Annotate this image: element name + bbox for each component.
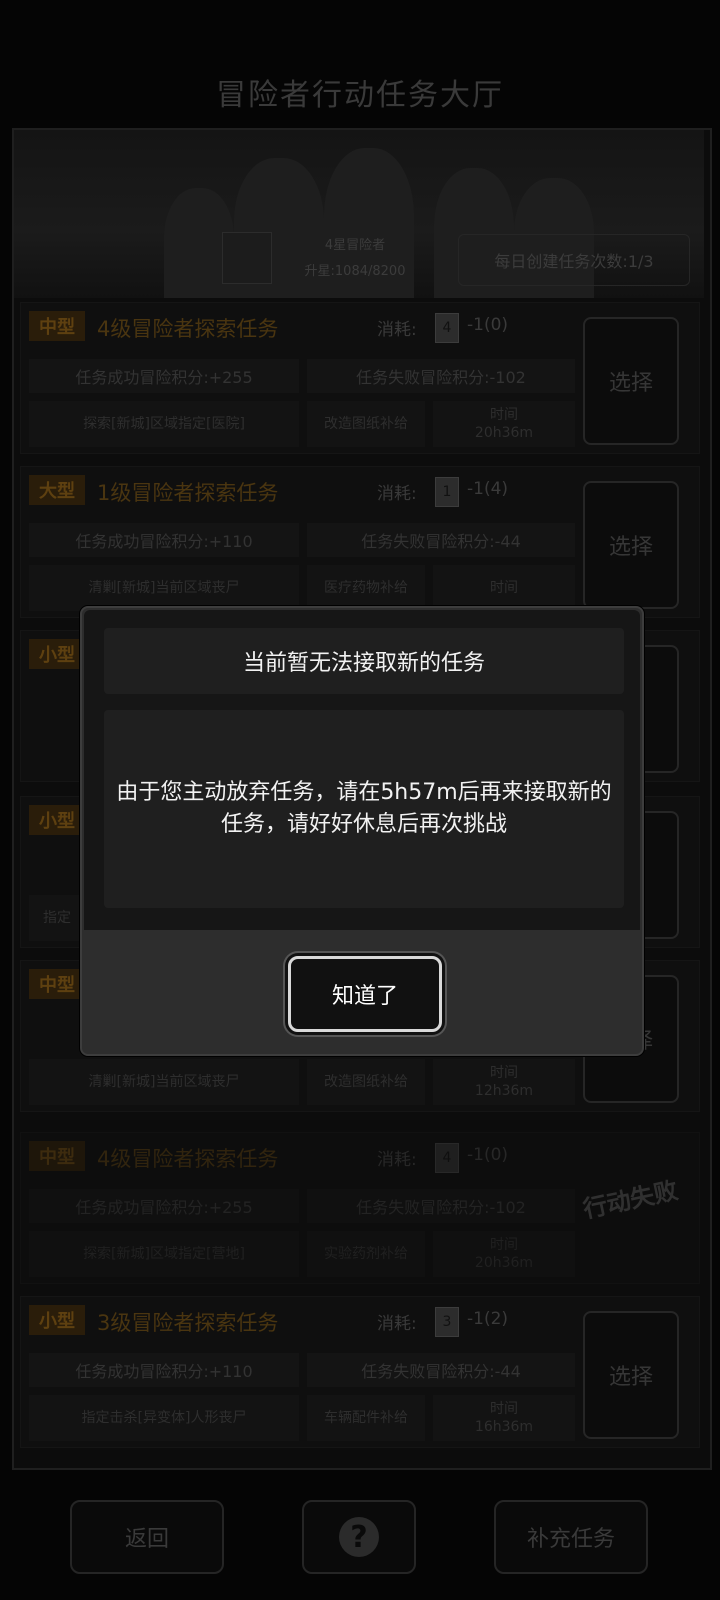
time-label: 时间 xyxy=(489,1401,518,1417)
page-title: 冒险者行动任务大厅 xyxy=(216,78,504,113)
cost-value: -1(2) xyxy=(467,1309,509,1329)
time-label: 时间 xyxy=(489,1065,518,1081)
task-card: 小型 3级冒险者探索任务 消耗: 3 -1(2) 任务成功冒险积分:+110 任… xyxy=(20,1296,700,1448)
success-points: 任务成功冒险积分:+255 xyxy=(29,1189,299,1223)
task-size-tag: 中型 xyxy=(29,1141,85,1171)
select-task-button[interactable]: 选择 xyxy=(583,481,679,609)
cost-label: 消耗: xyxy=(377,1314,417,1334)
task-reward: 改造图纸补给 xyxy=(307,401,425,447)
task-card-icon: 4 xyxy=(435,1143,459,1173)
task-objective: 探索[新城]区域指定[医院] xyxy=(29,401,299,447)
task-size-tag: 小型 xyxy=(29,1305,85,1335)
task-title: 3级冒险者探索任务 xyxy=(97,1311,279,1335)
task-title: 1级冒险者探索任务 xyxy=(97,481,279,505)
task-time: 时间 xyxy=(433,565,575,611)
select-task-button[interactable]: 选择 xyxy=(583,317,679,445)
task-reward: 改造图纸补给 xyxy=(307,1059,425,1105)
time-value: 12h36m xyxy=(474,1083,534,1099)
task-reward: 实验药剂补给 xyxy=(307,1231,425,1277)
task-reward: 车辆配件补给 xyxy=(307,1395,425,1441)
failure-points: 任务失败冒险积分:-102 xyxy=(307,1189,575,1223)
cost-label: 消耗: xyxy=(377,320,417,340)
dialog-title: 当前暂无法接取新的任务 xyxy=(104,628,624,694)
time-label: 时间 xyxy=(490,580,518,596)
task-size-tag: 小型 xyxy=(29,639,85,669)
cost-value: -1(0) xyxy=(467,315,509,335)
refill-tasks-button[interactable]: 补充任务 xyxy=(494,1500,648,1574)
failure-points: 任务失败冒险积分:-44 xyxy=(307,523,575,557)
dialog-body: 当前暂无法接取新的任务 由于您主动放弃任务，请在5h57m后再来接取新的任务，请… xyxy=(84,610,640,930)
back-button[interactable]: 返回 xyxy=(70,1500,224,1574)
dialog-message: 由于您主动放弃任务，请在5h57m后再来接取新的任务，请好好休息后再次挑战 xyxy=(104,710,624,908)
task-card-icon: 1 xyxy=(435,477,459,507)
task-time: 时间 16h36m xyxy=(433,1395,575,1441)
success-points: 任务成功冒险积分:+110 xyxy=(29,1353,299,1387)
cost-value: -1(4) xyxy=(467,479,509,499)
task-size-tag: 中型 xyxy=(29,969,85,999)
task-size-tag: 中型 xyxy=(29,311,85,341)
task-card: 中型 4级冒险者探索任务 消耗: 4 -1(0) 任务成功冒险积分:+255 任… xyxy=(20,302,700,454)
task-objective: 指定击杀[异变体]人形丧尸 xyxy=(29,1395,299,1441)
task-title: 4级冒险者探索任务 xyxy=(97,1147,279,1171)
task-hall-screen: 冒险者行动任务大厅 4星冒险者 升星:1084/8200 每日创建任务次数:1/… xyxy=(0,0,720,1600)
task-time: 时间 12h36m xyxy=(433,1059,575,1105)
time-label: 时间 xyxy=(489,407,518,423)
avatar[interactable] xyxy=(222,232,272,284)
confirm-button[interactable]: 知道了 xyxy=(288,956,442,1032)
select-task-button[interactable]: 选择 xyxy=(583,1311,679,1439)
star-progress: 升星:1084/8200 xyxy=(304,264,406,279)
time-value: 20h36m xyxy=(474,425,534,441)
notice-dialog: 当前暂无法接取新的任务 由于您主动放弃任务，请在5h57m后再来接取新的任务，请… xyxy=(80,606,644,1056)
task-time: 时间 20h36m xyxy=(433,401,575,447)
task-objective: 探索[新城]区域指定[营地] xyxy=(29,1231,299,1277)
success-points: 任务成功冒险积分:+110 xyxy=(29,523,299,557)
task-time: 时间 20h36m xyxy=(433,1231,575,1277)
help-button[interactable]: ? xyxy=(302,1500,416,1574)
time-label: 时间 xyxy=(489,1237,518,1253)
cost-label: 消耗: xyxy=(377,1150,417,1170)
cost-value: -1(0) xyxy=(467,1145,509,1165)
question-map-icon: ? xyxy=(339,1517,379,1557)
task-size-tag: 大型 xyxy=(29,475,85,505)
adventurer-rank: 4星冒险者 xyxy=(324,238,386,253)
task-objective: 清剿[新城]当前区域丧尸 xyxy=(29,1059,299,1105)
task-objective: 清剿[新城]当前区域丧尸 xyxy=(29,565,299,611)
time-value: 20h36m xyxy=(474,1255,534,1271)
success-points: 任务成功冒险积分:+255 xyxy=(29,359,299,393)
daily-task-count: 每日创建任务次数:1/3 xyxy=(458,234,690,286)
task-reward: 医疗药物补给 xyxy=(307,565,425,611)
task-title: 4级冒险者探索任务 xyxy=(97,317,279,341)
task-card: 大型 1级冒险者探索任务 消耗: 1 -1(4) 任务成功冒险积分:+110 任… xyxy=(20,466,700,618)
time-value: 16h36m xyxy=(474,1419,534,1435)
task-card-icon: 4 xyxy=(435,313,459,343)
cost-label: 消耗: xyxy=(377,484,417,504)
failure-points: 任务失败冒险积分:-44 xyxy=(307,1353,575,1387)
task-size-tag: 小型 xyxy=(29,805,85,835)
failure-points: 任务失败冒险积分:-102 xyxy=(307,359,575,393)
task-card-icon: 3 xyxy=(435,1307,459,1337)
